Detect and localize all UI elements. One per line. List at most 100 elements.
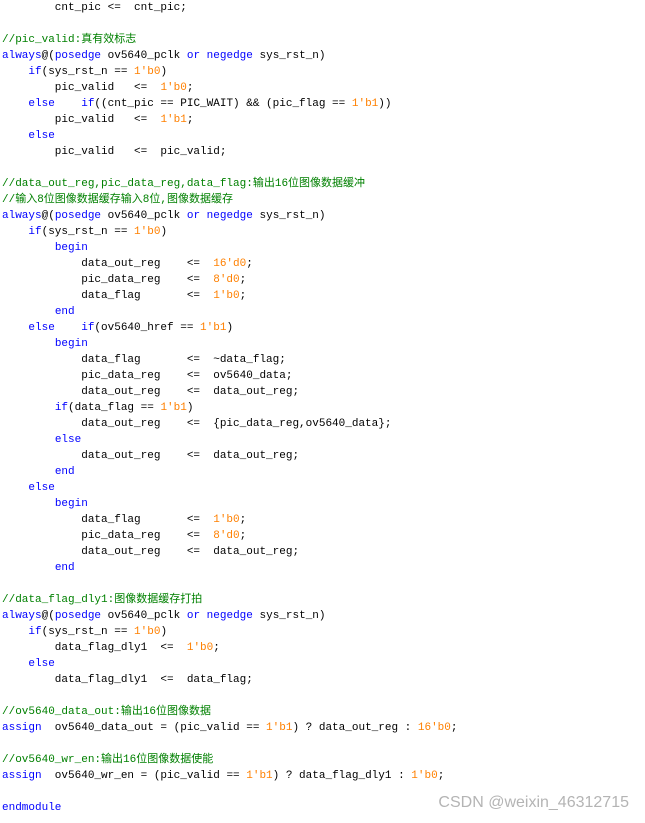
code-keyword: else xyxy=(28,322,55,334)
code-line: begin xyxy=(2,496,458,512)
code-text: ov5640_pclk xyxy=(101,50,187,62)
code-comment: //输入8位图像数据缓存输入8位,图像数据缓存 xyxy=(2,194,234,206)
code-text: )) xyxy=(378,98,392,110)
code-line: //data_flag_dly1:图像数据缓存打拍 xyxy=(2,592,458,608)
code-text: pic_data_reg <= xyxy=(2,274,214,286)
code-keyword: begin xyxy=(54,498,88,510)
code-text: ; xyxy=(239,274,247,286)
code-text: ov5640_pclk xyxy=(101,610,187,622)
code-text: @( xyxy=(41,610,55,622)
code-line: else if((cnt_pic == PIC_WAIT) && (pic_fl… xyxy=(2,96,458,112)
code-text: data_out_reg <= data_out_reg; xyxy=(2,450,300,462)
code-comment: //data_out_reg,pic_data_reg,data_flag:输出… xyxy=(2,178,366,190)
code-line: endmodule xyxy=(2,800,458,816)
code-number: 1'b1 xyxy=(351,98,379,110)
code-keyword: if xyxy=(81,98,95,110)
code-line: ​ xyxy=(2,576,458,592)
code-number: 1'b1 xyxy=(266,722,293,734)
code-text: ) xyxy=(226,322,234,334)
code-text: ; xyxy=(437,770,445,782)
code-line: assign ov5640_data_out = (pic_valid == 1… xyxy=(2,720,458,736)
code-line: always@(posedge ov5640_pclk or negedge s… xyxy=(2,208,458,224)
code-number: 1'b0 xyxy=(411,770,438,782)
code-keyword: if xyxy=(54,402,69,414)
code-text: data_out_reg <= xyxy=(2,258,214,270)
code-comment: //pic_valid:真有效标志 xyxy=(2,34,137,46)
code-keyword: negedge xyxy=(206,610,253,622)
code-editor[interactable]: cnt_pic <= cnt_pic; ​ //pic_valid:真有效标志alw… xyxy=(2,0,458,816)
code-text: (sys_rst_n == xyxy=(41,226,135,238)
code-number: 8'd0 xyxy=(213,530,240,542)
code-text: (ov5640_href == xyxy=(94,322,201,334)
code-keyword: if xyxy=(28,626,42,638)
code-line: else xyxy=(2,656,458,672)
code-line: data_flag <= 1'b0; xyxy=(2,512,458,528)
code-line: pic_data_reg <= 8'd0; xyxy=(2,272,458,288)
code-keyword: else xyxy=(28,658,55,670)
code-text: (data_flag == xyxy=(68,402,161,414)
code-line: else xyxy=(2,128,458,144)
code-number: 1'b1 xyxy=(160,402,187,414)
code-text: ; xyxy=(239,530,247,542)
code-number: 1'b1 xyxy=(160,114,187,126)
code-text: data_flag_dly1 <= xyxy=(2,642,187,654)
code-keyword: if xyxy=(28,66,42,78)
code-text: cnt_pic <= cnt_pic; xyxy=(2,2,187,14)
code-keyword: else xyxy=(54,434,82,446)
code-number: 8'd0 xyxy=(213,274,240,286)
code-keyword: end xyxy=(54,562,75,574)
code-keyword: assign xyxy=(2,722,42,734)
code-number: 1'b0 xyxy=(134,626,161,638)
code-line: //data_out_reg,pic_data_reg,data_flag:输出… xyxy=(2,176,458,192)
code-number: 1'b0 xyxy=(134,226,161,238)
code-text: (sys_rst_n == xyxy=(41,626,135,638)
code-line: assign ov5640_wr_en = (pic_valid == 1'b1… xyxy=(2,768,458,784)
code-line: //输入8位图像数据缓存输入8位,图像数据缓存 xyxy=(2,192,458,208)
code-keyword: end xyxy=(54,466,75,478)
code-line: data_flag_dly1 <= 1'b0; xyxy=(2,640,458,656)
code-text: ; xyxy=(186,114,194,126)
code-line: ​ xyxy=(2,736,458,752)
code-line: data_out_reg <= 16'd0; xyxy=(2,256,458,272)
code-keyword: begin xyxy=(54,242,88,254)
code-keyword: end xyxy=(54,306,75,318)
code-keyword: or xyxy=(186,610,201,622)
code-line: begin xyxy=(2,336,458,352)
code-text: pic_valid <= xyxy=(2,82,161,94)
code-line: ​ xyxy=(2,688,458,704)
code-line: pic_valid <= pic_valid; xyxy=(2,144,458,160)
code-text: @( xyxy=(41,50,55,62)
code-comment: //data_flag_dly1:图像数据缓存打拍 xyxy=(2,594,203,606)
code-line: else xyxy=(2,432,458,448)
code-number: 16'd0 xyxy=(213,258,247,270)
code-text: ) xyxy=(160,626,168,638)
code-text: @( xyxy=(41,210,55,222)
code-line: end xyxy=(2,304,458,320)
watermark: CSDN @weixin_46312715 xyxy=(438,794,629,811)
code-text: ; xyxy=(239,514,247,526)
code-line: data_flag <= ~data_flag; xyxy=(2,352,458,368)
code-number: 1'b0 xyxy=(213,514,240,526)
code-text: pic_valid <= pic_valid; xyxy=(2,146,227,158)
code-text: ; xyxy=(213,642,220,654)
code-line: data_out_reg <= data_out_reg; xyxy=(2,384,458,400)
code-line: end xyxy=(2,464,458,480)
code-text: data_flag_dly1 <= data_flag; xyxy=(2,674,253,686)
code-text: ) ? data_out_reg : xyxy=(292,722,418,734)
code-text: data_out_reg <= data_out_reg; xyxy=(2,386,300,398)
code-line: end xyxy=(2,560,458,576)
code-text: ) xyxy=(160,226,168,238)
